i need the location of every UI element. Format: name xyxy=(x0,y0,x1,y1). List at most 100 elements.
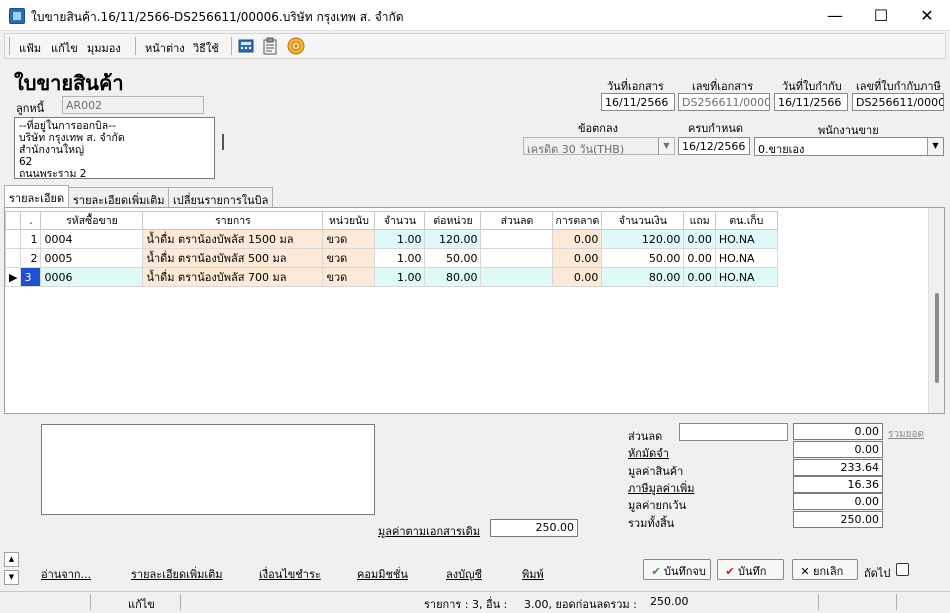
item-desc-cell[interactable]: น้ำดื่ม ตราน้องบัพลัส 700 มล xyxy=(142,267,324,287)
chevron-down-icon[interactable]: ▼ xyxy=(927,138,943,155)
table-row[interactable]: 2 0005 น้ำดื่ม ตราน้องบัพลัส 500 มล ขวด … xyxy=(5,248,778,268)
minimize-button[interactable]: — xyxy=(812,0,858,31)
discount-input[interactable] xyxy=(679,423,788,441)
menu-file[interactable]: แฟ้ม xyxy=(19,39,41,57)
column-header[interactable]: ส่วนลด xyxy=(480,211,554,230)
due-date-field[interactable]: 16/12/2566 xyxy=(678,137,750,155)
calculator-icon[interactable] xyxy=(237,37,255,55)
next-checkbox[interactable] xyxy=(896,563,909,576)
scroll-down-icon[interactable]: ▼ xyxy=(4,570,19,585)
marketing-cell[interactable]: 0.00 xyxy=(552,229,603,249)
invoice-date-field[interactable]: 16/11/2566 xyxy=(774,93,848,111)
billing-address-box[interactable]: --ที่อยู่ในการออกบิล-- บริษัท กรุงเทพ ส.… xyxy=(14,117,215,179)
tab-details[interactable]: รายละเอียด xyxy=(4,185,70,208)
doc-no-field[interactable]: DS256611/00006 xyxy=(678,93,770,111)
more-details-link[interactable]: รายละเอียดเพิ่มเติม xyxy=(131,565,223,583)
amount-cell[interactable]: 80.00 xyxy=(601,267,685,287)
column-header[interactable]: . xyxy=(20,211,42,230)
marketing-cell[interactable]: 0.00 xyxy=(552,248,603,268)
orig-doc-value-link[interactable]: มูลค่าตามเอกสารเดิม xyxy=(378,522,480,540)
status-separator xyxy=(90,594,91,610)
debtor-code-field[interactable]: AR002 xyxy=(62,96,204,114)
store-cell[interactable]: HO.NA xyxy=(714,267,778,287)
print-link[interactable]: พิมพ์ xyxy=(522,565,544,583)
unit-cell[interactable]: ขวด xyxy=(322,248,376,268)
item-desc-cell[interactable]: น้ำดื่ม ตราน้องบัพลัส 500 มล xyxy=(142,248,324,268)
terms-select[interactable]: เครดิต 30 วัน(THB) ▼ xyxy=(523,137,675,155)
item-code-cell[interactable]: 0006 xyxy=(40,267,144,287)
column-header[interactable]: ตน.เก็บ xyxy=(714,211,778,230)
terms-value: เครดิต 30 วัน(THB) xyxy=(527,143,625,155)
qty-cell[interactable]: 1.00 xyxy=(374,267,426,287)
item-desc-cell[interactable]: น้ำดื่ม ตราน้องบัพลัส 1500 มล xyxy=(142,229,324,249)
help-disc-icon[interactable] xyxy=(287,37,305,55)
qty-cell[interactable]: 1.00 xyxy=(374,229,426,249)
discount-cell[interactable] xyxy=(480,267,554,287)
scroll-up-icon[interactable]: ▲ xyxy=(4,552,19,567)
chevron-down-icon[interactable]: ▼ xyxy=(658,138,674,154)
doc-date-field[interactable]: 16/11/2566 xyxy=(601,93,675,111)
unit-cell[interactable]: ขวด xyxy=(322,267,376,287)
free-cell[interactable]: 0.00 xyxy=(683,267,716,287)
row-number[interactable]: 3 xyxy=(20,267,42,287)
menu-edit[interactable]: แก้ไข xyxy=(51,39,78,57)
save-close-button[interactable]: ✔ บันทึกจบ xyxy=(643,559,711,580)
close-button[interactable]: ✕ xyxy=(904,0,950,31)
table-row[interactable]: ▶ 3 0006 น้ำดื่ม ตราน้องบัพลัส 700 มล ขว… xyxy=(5,267,778,287)
clipboard-icon[interactable] xyxy=(261,37,279,55)
column-header[interactable]: รายการ xyxy=(142,211,324,230)
discount-cell[interactable] xyxy=(480,248,554,268)
price-cell[interactable]: 80.00 xyxy=(424,267,482,287)
tab-change-items[interactable]: เปลี่ยนรายการในบิล xyxy=(168,187,274,207)
memo-box[interactable] xyxy=(41,424,375,515)
salesperson-select[interactable]: 0.ขายเอง ▼ xyxy=(754,137,944,156)
table-row[interactable]: 1 0004 น้ำดื่ม ตราน้องบัพลัส 1500 มล ขวด… xyxy=(5,229,778,249)
salesperson-value: 0.ขายเอง xyxy=(758,143,805,156)
store-cell[interactable]: HO.NA xyxy=(714,229,778,249)
column-header[interactable]: จำนวนเงิน xyxy=(601,211,685,230)
tab-more-details[interactable]: รายละเอียดเพิ่มเติม xyxy=(68,187,170,207)
grid-vertical-scrollbar[interactable] xyxy=(928,208,944,413)
items-grid[interactable]: . รหัสซื้อขาย รายการ หน่วยนับ จำนวน ต่อห… xyxy=(4,207,945,414)
column-header[interactable]: จำนวน xyxy=(374,211,426,230)
cancel-button[interactable]: ✕ ยกเลิก xyxy=(792,559,858,580)
payment-terms-link[interactable]: เงื่อนไขชำระ xyxy=(259,565,321,583)
column-header[interactable]: ต่อหน่วย xyxy=(424,211,482,230)
row-indicator xyxy=(5,229,22,249)
deposit-link[interactable]: หักมัดจำ xyxy=(628,444,669,462)
commission-link[interactable]: คอมมิชชั่น xyxy=(357,565,408,583)
maximize-button[interactable]: ☐ xyxy=(858,0,904,31)
store-cell[interactable]: HO.NA xyxy=(714,248,778,268)
unit-cell[interactable]: ขวด xyxy=(322,229,376,249)
column-header[interactable]: รหัสซื้อขาย xyxy=(40,211,144,230)
total-link[interactable]: รวมยอด xyxy=(888,427,924,442)
row-number[interactable]: 2 xyxy=(20,248,42,268)
free-cell[interactable]: 0.00 xyxy=(683,248,716,268)
menu-view[interactable]: มุมมอง xyxy=(87,39,121,57)
orig-doc-value-field[interactable]: 250.00 xyxy=(490,519,578,537)
price-cell[interactable]: 50.00 xyxy=(424,248,482,268)
menu-help[interactable]: วิธีใช้ xyxy=(193,39,219,57)
read-from-link[interactable]: อ่านจาก... xyxy=(41,565,91,583)
column-header[interactable]: การตลาด xyxy=(552,211,603,230)
post-account-link[interactable]: ลงบัญชี xyxy=(446,565,482,583)
item-code-cell[interactable]: 0005 xyxy=(40,248,144,268)
item-code-cell[interactable]: 0004 xyxy=(40,229,144,249)
scrollbar-thumb[interactable] xyxy=(935,293,939,383)
column-header[interactable]: แถม xyxy=(683,211,716,230)
save-button[interactable]: ✔ บันทึก xyxy=(717,559,784,580)
amount-cell[interactable]: 50.00 xyxy=(601,248,685,268)
free-cell[interactable]: 0.00 xyxy=(683,229,716,249)
price-cell[interactable]: 120.00 xyxy=(424,229,482,249)
menu-window[interactable]: หน้าต่าง xyxy=(145,39,185,57)
discount-cell[interactable] xyxy=(480,229,554,249)
column-header[interactable]: หน่วยนับ xyxy=(322,211,376,230)
address-line: สำนักงานใหญ่ xyxy=(19,144,85,156)
marketing-cell[interactable]: 0.00 xyxy=(552,267,603,287)
qty-cell[interactable]: 1.00 xyxy=(374,248,426,268)
row-number[interactable]: 1 xyxy=(20,229,42,249)
tax-invoice-no-field[interactable]: DS256611/00006 xyxy=(852,93,944,111)
amount-cell[interactable]: 120.00 xyxy=(601,229,685,249)
exempt-value: 0.00 xyxy=(793,493,883,510)
vat-link[interactable]: ภาษีมูลค่าเพิ่ม xyxy=(628,479,694,497)
